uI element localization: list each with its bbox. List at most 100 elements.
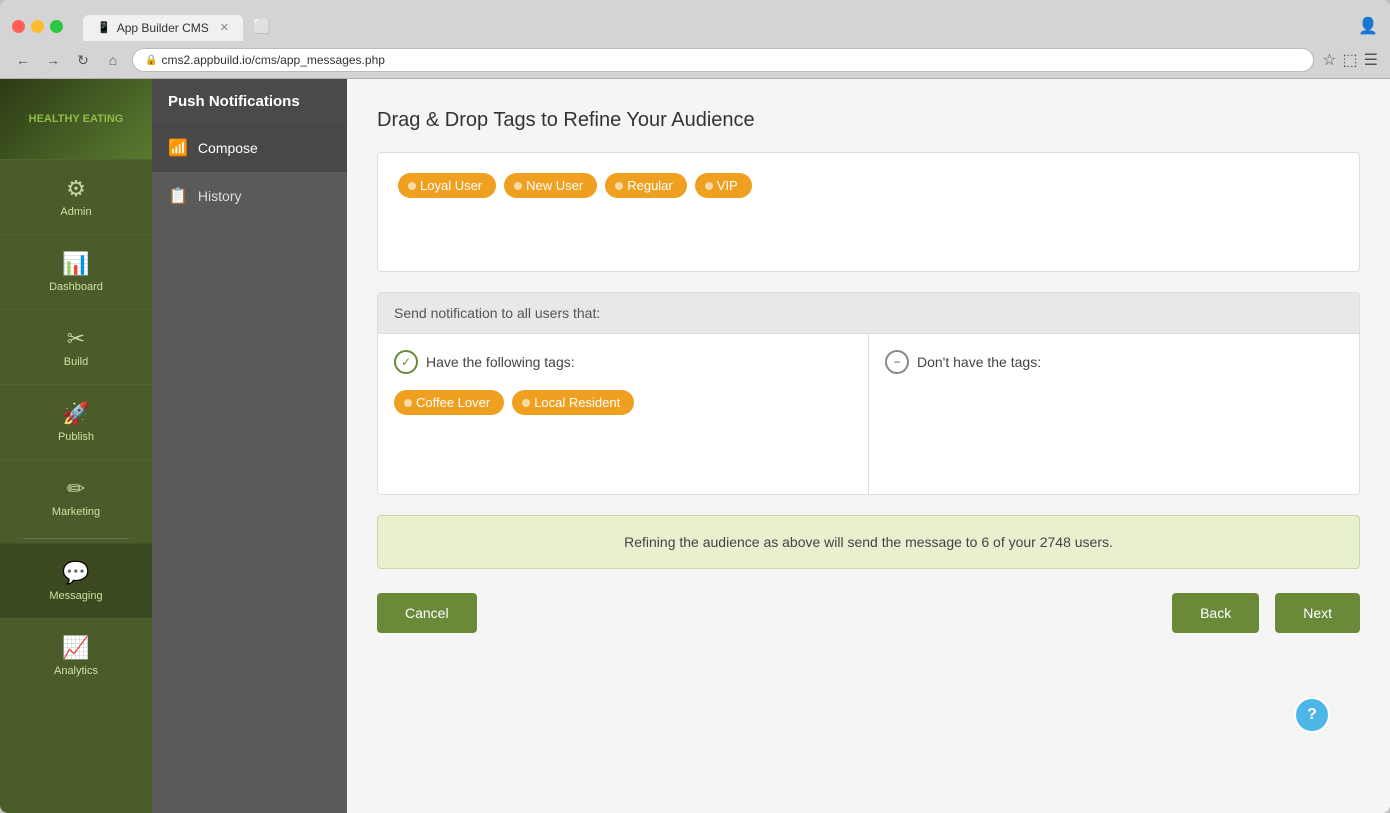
sidebar-history-item[interactable]: 📋 History [152, 172, 347, 220]
cast-button[interactable]: ⬚ [1343, 50, 1358, 70]
history-icon: 📋 [168, 186, 188, 206]
menu-button[interactable]: ☰ [1364, 50, 1378, 70]
tag-new-user[interactable]: New User [504, 173, 597, 198]
sidebar-item-admin[interactable]: ⚙ Admin [0, 159, 152, 234]
dashboard-icon: 📊 [62, 251, 89, 277]
toolbar-right: ☆ ⬚ ☰ [1322, 50, 1378, 70]
back-button[interactable]: Back [1172, 593, 1259, 633]
tag-vip[interactable]: VIP [695, 173, 752, 198]
maximize-dot[interactable] [50, 20, 63, 33]
app-logo: HEALTHY EATING [0, 79, 152, 159]
marketing-label: Marketing [52, 506, 100, 518]
home-button[interactable]: ⌂ [102, 49, 124, 71]
history-label: History [198, 188, 242, 204]
sidebar-item-analytics[interactable]: 📈 Analytics [0, 618, 152, 693]
refresh-button[interactable]: ↻ [72, 49, 94, 71]
dont-have-tags-label: Don't have the tags: [917, 354, 1041, 370]
lock-icon: 🔒 [145, 55, 157, 66]
messaging-icon: 💬 [62, 560, 89, 586]
new-tab-button[interactable]: ⬜ [243, 12, 280, 41]
bookmark-button[interactable]: ☆ [1322, 50, 1336, 70]
sidebar-left: HEALTHY EATING ⚙ Admin 📊 Dashboard ✂ Bui… [0, 79, 152, 813]
admin-icon: ⚙ [66, 176, 86, 202]
tag-dot [705, 182, 713, 190]
dashboard-label: Dashboard [49, 281, 103, 293]
dont-have-tags-minus-icon: − [885, 350, 909, 374]
logo-image: HEALTHY EATING [0, 79, 152, 159]
tag-dot [522, 399, 530, 407]
drag-drop-box[interactable]: Loyal User New User Regular VIP [377, 152, 1360, 272]
tag-dot [408, 182, 416, 190]
active-tab[interactable]: 📱 App Builder CMS ✕ [83, 15, 243, 41]
tag-loyal-user-label: Loyal User [420, 178, 482, 193]
address-bar[interactable]: 🔒 cms2.appbuild.io/cms/app_messages.php [132, 48, 1314, 72]
notification-header: Send notification to all users that: [378, 293, 1359, 334]
forward-button[interactable]: → [42, 49, 64, 71]
build-label: Build [64, 356, 88, 368]
have-tags-list: Coffee Lover Local Resident [394, 390, 852, 415]
audience-info: Refining the audience as above will send… [377, 515, 1360, 569]
new-tab-icon: ⬜ [253, 18, 270, 34]
compose-label: Compose [198, 140, 258, 156]
notification-columns: ✓ Have the following tags: Coffee Lover … [378, 334, 1359, 494]
available-tags-row: Loyal User New User Regular VIP [398, 173, 1339, 198]
browser-titlebar: 📱 App Builder CMS ✕ ⬜ 👤 [0, 0, 1390, 42]
tag-coffee-lover[interactable]: Coffee Lover [394, 390, 504, 415]
tag-local-resident[interactable]: Local Resident [512, 390, 634, 415]
bottom-buttons: Cancel Back Next [377, 593, 1360, 633]
sidebar-second: Push Notifications 📶 Compose 📋 History [152, 79, 347, 813]
publish-label: Publish [58, 431, 94, 443]
nav-divider [23, 538, 129, 539]
right-buttons: Back Next [1172, 593, 1360, 633]
tag-regular[interactable]: Regular [605, 173, 687, 198]
sidebar-compose-item[interactable]: 📶 Compose [152, 124, 347, 172]
compose-icon: 📶 [168, 138, 188, 158]
sidebar-item-dashboard[interactable]: 📊 Dashboard [0, 234, 152, 309]
browser-tabs: 📱 App Builder CMS ✕ ⬜ [83, 12, 280, 41]
audience-info-text: Refining the audience as above will send… [624, 534, 1113, 550]
tag-dot [514, 182, 522, 190]
sidebar-item-publish[interactable]: 🚀 Publish [0, 384, 152, 459]
tag-coffee-lover-label: Coffee Lover [416, 395, 490, 410]
help-button[interactable]: ? [1294, 697, 1330, 733]
push-notifications-header: Push Notifications [152, 79, 347, 124]
window-controls [12, 20, 63, 33]
sidebar-item-build[interactable]: ✂ Build [0, 309, 152, 384]
minimize-dot[interactable] [31, 20, 44, 33]
have-tags-header: ✓ Have the following tags: [394, 350, 852, 374]
profile-icon[interactable]: 👤 [1358, 18, 1378, 35]
build-icon: ✂ [67, 326, 85, 352]
dont-have-tags-header: − Don't have the tags: [885, 350, 1343, 374]
back-button[interactable]: ← [12, 49, 34, 71]
messaging-label: Messaging [49, 590, 102, 602]
analytics-icon: 📈 [62, 635, 89, 661]
publish-icon: 🚀 [62, 401, 89, 427]
have-tags-column: ✓ Have the following tags: Coffee Lover … [378, 334, 869, 494]
have-tags-check-icon: ✓ [394, 350, 418, 374]
tab-favicon: 📱 [97, 21, 111, 34]
have-tags-label: Have the following tags: [426, 354, 575, 370]
tag-regular-label: Regular [627, 178, 673, 193]
main-content: Drag & Drop Tags to Refine Your Audience… [347, 79, 1390, 813]
app-container: HEALTHY EATING ⚙ Admin 📊 Dashboard ✂ Bui… [0, 79, 1390, 813]
close-dot[interactable] [12, 20, 25, 33]
tag-loyal-user[interactable]: Loyal User [398, 173, 496, 198]
dont-have-tags-column: − Don't have the tags: [869, 334, 1359, 494]
sidebar-item-marketing[interactable]: ✏ Marketing [0, 459, 152, 534]
notification-box: Send notification to all users that: ✓ H… [377, 292, 1360, 495]
url-text: cms2.appbuild.io/cms/app_messages.php [161, 53, 384, 67]
tag-new-user-label: New User [526, 178, 583, 193]
next-button[interactable]: Next [1275, 593, 1360, 633]
tag-vip-label: VIP [717, 178, 738, 193]
admin-label: Admin [60, 206, 91, 218]
tag-dot [615, 182, 623, 190]
tab-close-button[interactable]: ✕ [220, 21, 229, 34]
tag-local-resident-label: Local Resident [534, 395, 620, 410]
browser-toolbar: ← → ↻ ⌂ 🔒 cms2.appbuild.io/cms/app_messa… [0, 42, 1390, 79]
page-title: Drag & Drop Tags to Refine Your Audience [377, 109, 1360, 132]
cancel-button[interactable]: Cancel [377, 593, 477, 633]
sidebar-item-messaging[interactable]: 💬 Messaging [0, 543, 152, 618]
marketing-icon: ✏ [67, 476, 85, 502]
analytics-label: Analytics [54, 665, 98, 677]
tab-title: App Builder CMS [117, 21, 209, 35]
